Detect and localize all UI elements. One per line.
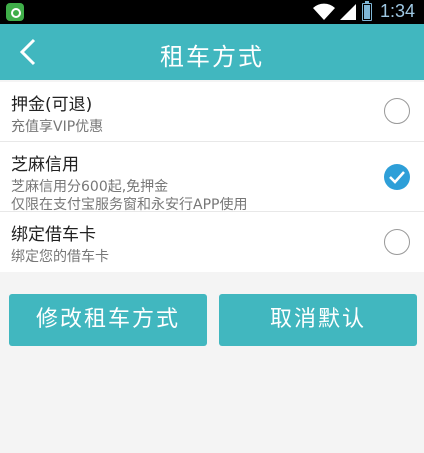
- app-notification-icon: [6, 3, 24, 21]
- option-subtitle: 绑定您的借车卡: [11, 249, 109, 265]
- status-time: 1:34: [380, 1, 416, 21]
- status-bar: 1:34: [0, 0, 424, 24]
- option-sesame-credit[interactable]: 芝麻信用 芝麻信用分600起,免押金 仅限在支付宝服务窗和永安行APP使用: [0, 142, 424, 213]
- option-title: 绑定借车卡: [11, 225, 96, 245]
- option-deposit[interactable]: 押金(可退) 充值享VIP优惠: [0, 82, 424, 142]
- rental-method-list: 押金(可退) 充值享VIP优惠 芝麻信用 芝麻信用分600起,免押金 仅限在支付…: [0, 82, 424, 272]
- radio-checked-icon[interactable]: [384, 164, 410, 190]
- radio-unchecked-icon[interactable]: [384, 229, 410, 255]
- radio-unchecked-icon[interactable]: [384, 98, 410, 124]
- option-subtitle: 芝麻信用分600起,免押金: [11, 179, 169, 195]
- option-title: 押金(可退): [11, 95, 93, 115]
- cancel-default-button[interactable]: 取消默认: [219, 294, 417, 346]
- option-subtitle: 充值享VIP优惠: [11, 119, 104, 135]
- option-subtitle-note: 仅限在支付宝服务窗和永安行APP使用: [11, 197, 248, 213]
- signal-icon: [340, 4, 356, 20]
- action-buttons: 修改租车方式 取消默认: [0, 294, 424, 346]
- page-title: 租车方式: [160, 43, 264, 71]
- modify-rental-method-button[interactable]: 修改租车方式: [9, 294, 207, 346]
- option-title: 芝麻信用: [11, 155, 79, 175]
- option-bind-card[interactable]: 绑定借车卡 绑定您的借车卡: [0, 212, 424, 272]
- battery-icon: [362, 1, 372, 21]
- wifi-icon: [313, 3, 335, 20]
- header-bar: 租车方式: [0, 24, 424, 80]
